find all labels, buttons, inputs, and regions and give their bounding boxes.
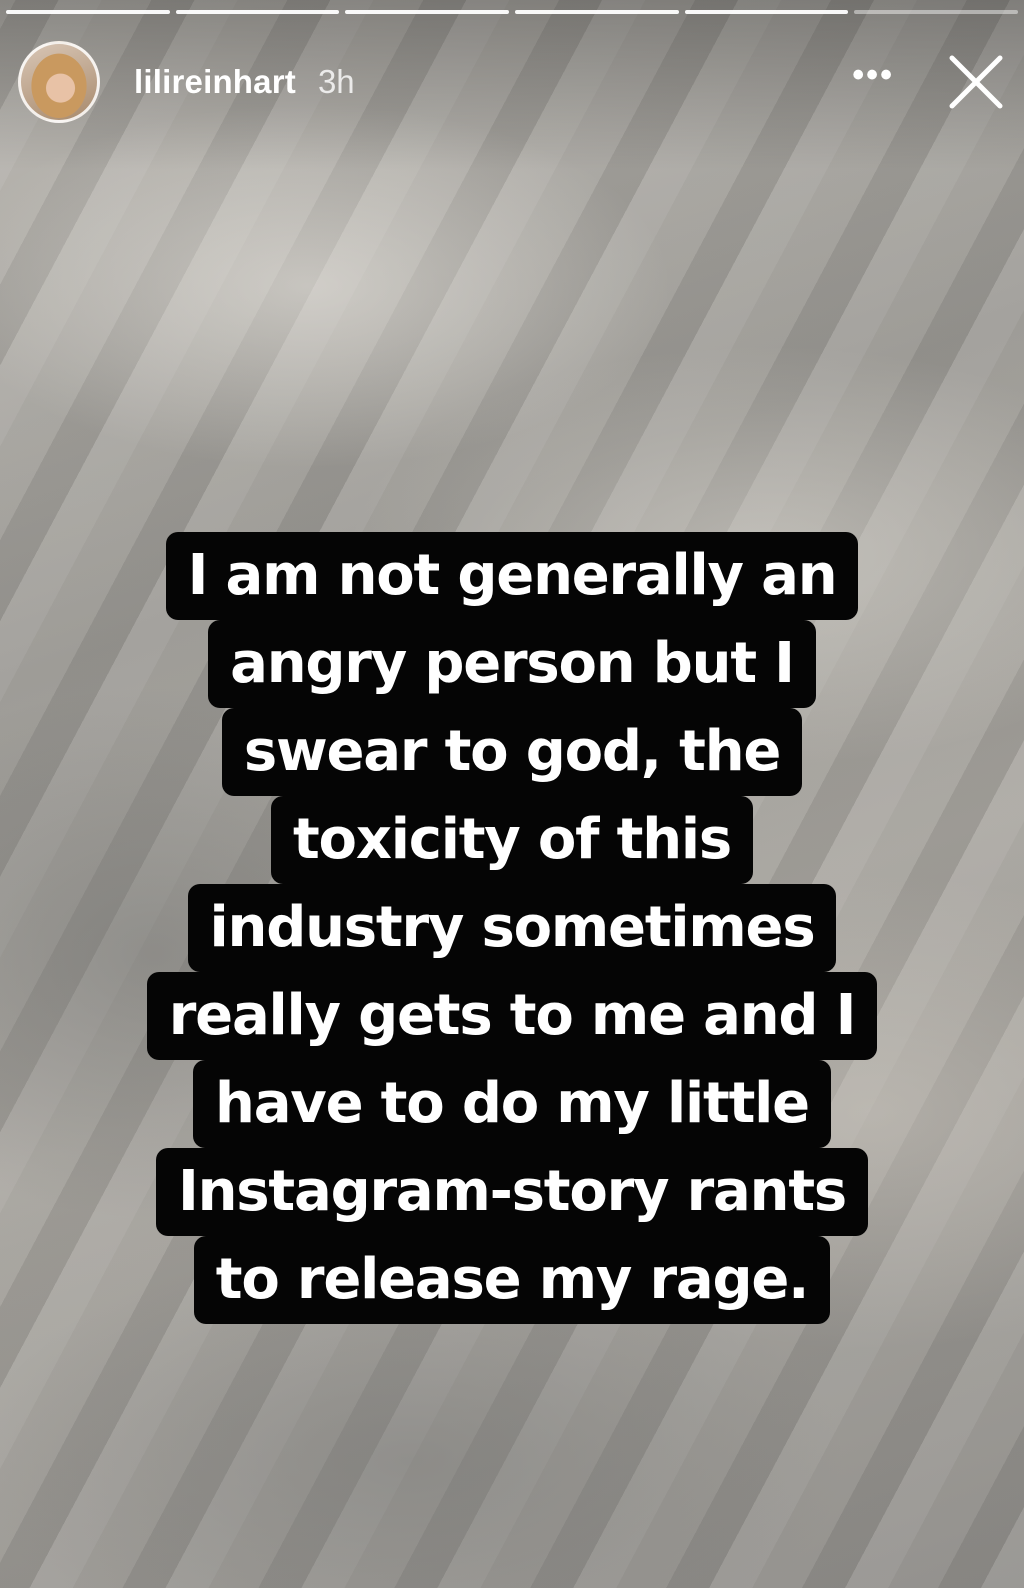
timestamp: 3h	[317, 63, 355, 100]
close-button[interactable]	[946, 52, 1006, 112]
caption-line: I am not generally an	[165, 532, 859, 620]
progress-segment	[854, 10, 1019, 14]
username[interactable]: lilireinhart	[134, 63, 296, 101]
caption-line: Instagram-story rants	[155, 1148, 869, 1236]
caption-line: really gets to me and I	[146, 972, 878, 1060]
progress-segment	[684, 10, 849, 14]
more-options-button[interactable]: •••	[852, 58, 894, 106]
close-icon	[949, 55, 1003, 109]
caption-line: have to do my little	[193, 1060, 831, 1148]
caption-line: toxicity of this	[270, 796, 753, 884]
caption-line: swear to god, the	[221, 708, 803, 796]
caption-line: industry sometimes	[187, 884, 837, 972]
avatar[interactable]	[18, 41, 100, 123]
story-text-caption: I am not generally an angry person but I…	[0, 532, 1024, 1324]
caption-line: to release my rage.	[193, 1236, 831, 1324]
story-viewer[interactable]: lilireinhart 3h ••• I am not generally a…	[0, 0, 1024, 1588]
progress-segment	[6, 10, 170, 14]
progress-segment	[515, 10, 679, 14]
progress-segment	[345, 10, 510, 14]
story-header: lilireinhart 3h •••	[18, 38, 1010, 126]
progress-segment	[175, 10, 340, 14]
caption-line: angry person but I	[208, 620, 816, 708]
story-progress-bar	[6, 10, 1019, 15]
